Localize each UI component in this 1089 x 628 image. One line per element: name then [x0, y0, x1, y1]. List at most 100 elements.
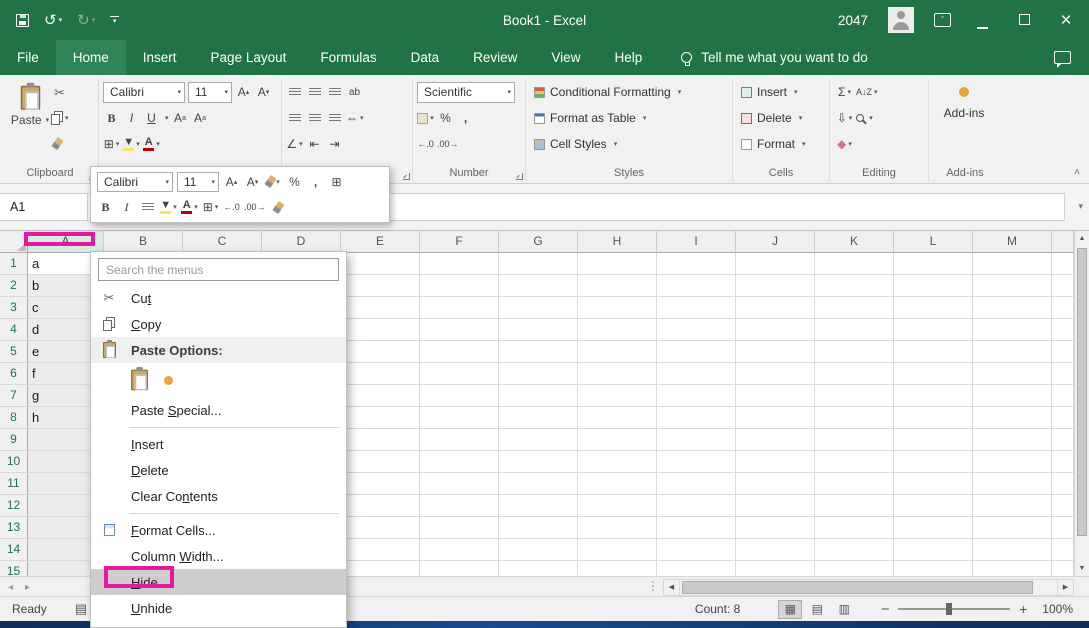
decrease-indent-button[interactable]: ⇤ — [306, 134, 323, 155]
cell-f3[interactable] — [420, 297, 499, 319]
cell-styles-button[interactable]: Cell Styles▾ — [534, 131, 728, 157]
redo-button[interactable]: ↻▾ — [77, 13, 95, 28]
mini-decrease-font-button[interactable]: A▾ — [244, 171, 261, 192]
cell-i10[interactable] — [657, 451, 736, 473]
cell-i4[interactable] — [657, 319, 736, 341]
cell-i11[interactable] — [657, 473, 736, 495]
cell-k8[interactable] — [815, 407, 894, 429]
tab-formulas[interactable]: Formulas — [303, 40, 393, 75]
cell-g1[interactable] — [499, 253, 578, 275]
accessibility-icon[interactable]: ▤ — [75, 601, 87, 617]
cell-m5[interactable] — [973, 341, 1052, 363]
cell-l8[interactable] — [894, 407, 973, 429]
column-header-h[interactable]: H — [578, 231, 657, 253]
row-header-13[interactable]: 13 — [0, 517, 28, 539]
column-header-b[interactable]: B — [104, 231, 183, 253]
cell-j6[interactable] — [736, 363, 815, 385]
cell-h4[interactable] — [578, 319, 657, 341]
add-ins-button[interactable]: Add-ins — [933, 79, 995, 166]
cell-g7[interactable] — [499, 385, 578, 407]
cell-e4[interactable] — [341, 319, 420, 341]
cell-k1[interactable] — [815, 253, 894, 275]
mini-borders-button[interactable]: ⊞▾ — [202, 197, 219, 218]
menu-search-box[interactable] — [98, 258, 339, 281]
mini-align-button[interactable] — [139, 197, 156, 218]
cell-e11[interactable] — [341, 473, 420, 495]
page-break-view-button[interactable]: ▥ — [832, 600, 856, 619]
cell-m14[interactable] — [973, 539, 1052, 561]
cell-l1[interactable] — [894, 253, 973, 275]
close-button[interactable]: × — [1055, 11, 1077, 30]
cell-l5[interactable] — [894, 341, 973, 363]
cell-l14[interactable] — [894, 539, 973, 561]
column-header-g[interactable]: G — [499, 231, 578, 253]
menu-item-delete[interactable]: Delete — [91, 457, 346, 483]
cell-f6[interactable] — [420, 363, 499, 385]
menu-item-column-width[interactable]: Column Width... — [91, 543, 346, 569]
ribbon-display-options-icon[interactable]: ˆ — [934, 13, 951, 27]
menu-item-cut[interactable]: ✂Cut — [91, 285, 346, 311]
customize-quick-access-icon[interactable]: ▾ — [110, 16, 119, 25]
undo-button[interactable]: ↺▾ — [44, 13, 62, 28]
format-as-table-button[interactable]: Format as Table▾ — [534, 105, 728, 131]
cell-e5[interactable] — [341, 341, 420, 363]
cell-l3[interactable] — [894, 297, 973, 319]
bold-button[interactable]: B — [103, 108, 120, 129]
cell-g3[interactable] — [499, 297, 578, 319]
insert-cells-button[interactable]: Insert▾ — [741, 79, 825, 105]
scroll-right-icon[interactable]: ▶ — [1057, 579, 1074, 596]
format-cells-button[interactable]: Format▾ — [741, 131, 825, 157]
cell-j2[interactable] — [736, 275, 815, 297]
cell-i5[interactable] — [657, 341, 736, 363]
menu-item-copy[interactable]: Copy — [91, 311, 346, 337]
fill-button[interactable]: ⇩▾ — [836, 108, 853, 129]
dialog-launcher-icon[interactable] — [516, 173, 523, 180]
vertical-scroll-thumb[interactable] — [1077, 248, 1087, 536]
tab-page-layout[interactable]: Page Layout — [194, 40, 304, 75]
cell-g5[interactable] — [499, 341, 578, 363]
vertical-scrollbar[interactable]: ▲ ▼ — [1074, 231, 1089, 576]
cell-h13[interactable] — [578, 517, 657, 539]
paste-option-addin-icon[interactable] — [164, 376, 173, 385]
cell-e13[interactable] — [341, 517, 420, 539]
cell-j14[interactable] — [736, 539, 815, 561]
next-sheet-icon[interactable]: ▸ — [25, 582, 30, 593]
sort-filter-button[interactable]: A↓Z▾ — [856, 82, 878, 103]
horizontal-scroll-thumb[interactable] — [682, 581, 1033, 594]
decrease-font-size-button[interactable]: A▾ — [255, 82, 272, 103]
row-header-1[interactable]: 1 — [0, 253, 28, 275]
cell-g13[interactable] — [499, 517, 578, 539]
fill-color-button[interactable]: ▼▾ — [123, 134, 140, 155]
font-size-combo[interactable]: 11▾ — [188, 82, 232, 103]
cell-g9[interactable] — [499, 429, 578, 451]
column-header-i[interactable]: I — [657, 231, 736, 253]
increase-decimal-button[interactable]: ←.0 — [417, 134, 434, 155]
cell-m1[interactable] — [973, 253, 1052, 275]
previous-sheet-icon[interactable]: ◂ — [8, 582, 13, 593]
autosum-button[interactable]: Σ▾ — [836, 82, 853, 103]
align-left-button[interactable] — [286, 108, 303, 129]
cell-k3[interactable] — [815, 297, 894, 319]
cell-m3[interactable] — [973, 297, 1052, 319]
cell-j1[interactable] — [736, 253, 815, 275]
cell-g11[interactable] — [499, 473, 578, 495]
align-bottom-button[interactable] — [326, 82, 343, 103]
cell-e14[interactable] — [341, 539, 420, 561]
column-header-l[interactable]: L — [894, 231, 973, 253]
tell-me-box[interactable]: Tell me what you want to do — [681, 40, 868, 75]
mini-font-color-button[interactable]: A▾ — [181, 197, 198, 218]
cell-g15[interactable] — [499, 561, 578, 576]
cell-k11[interactable] — [815, 473, 894, 495]
subscript-button[interactable]: Aa — [192, 108, 209, 129]
cell-h15[interactable] — [578, 561, 657, 576]
cell-g8[interactable] — [499, 407, 578, 429]
conditional-formatting-button[interactable]: Conditional Formatting▾ — [534, 79, 728, 105]
cell-i2[interactable] — [657, 275, 736, 297]
select-all-corner[interactable] — [0, 231, 28, 253]
row-header-9[interactable]: 9 — [0, 429, 28, 451]
cell-k14[interactable] — [815, 539, 894, 561]
cell-m11[interactable] — [973, 473, 1052, 495]
find-select-button[interactable]: ▾ — [856, 108, 873, 129]
cell-h6[interactable] — [578, 363, 657, 385]
tab-splitter-handle[interactable]: ⋮ — [647, 579, 660, 593]
